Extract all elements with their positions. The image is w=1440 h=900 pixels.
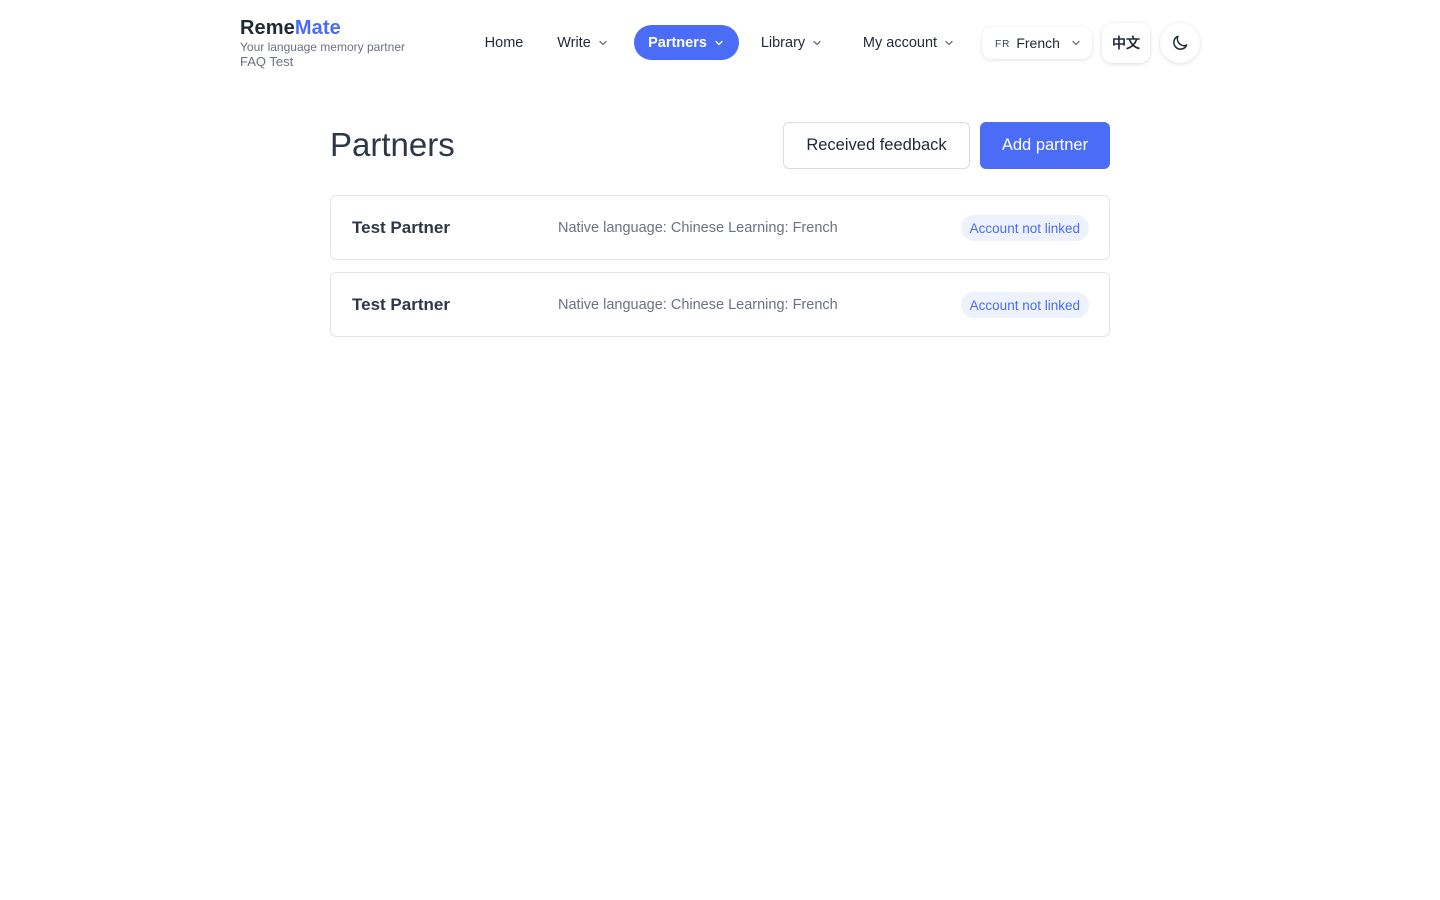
chevron-down-icon [813, 40, 821, 45]
nav-home[interactable]: Home [469, 25, 539, 60]
partner-list: Test Partner Native language: Chinese Le… [330, 195, 1110, 349]
partner-languages: Native language: Chinese Learning: Frenc… [558, 220, 838, 236]
nav-partners-label: Partners [648, 34, 707, 51]
ui-language-button[interactable]: 中文 [1102, 23, 1150, 63]
status-badge: Account not linked [960, 292, 1089, 318]
brand-name-part2: Mate [294, 17, 341, 39]
learning-language-select[interactable]: FR French [982, 27, 1092, 59]
top-header: RemeMate Your language memory partner FA… [240, 0, 1200, 86]
nav-partners[interactable]: Partners [634, 25, 739, 60]
nav-my-account-label: My account [862, 34, 938, 51]
moon-icon [1173, 35, 1188, 50]
partner-name: Test Partner [352, 218, 450, 237]
chevron-down-icon [945, 40, 953, 45]
brand-tagline: Your language memory partner [240, 40, 405, 54]
nav-library[interactable]: Library [750, 25, 834, 60]
partner-card[interactable]: Test Partner Native language: Chinese Le… [330, 195, 1110, 260]
language-label: French [1016, 35, 1060, 51]
chevron-down-icon [715, 40, 723, 45]
partner-card[interactable]: Test Partner Native language: Chinese Le… [330, 272, 1110, 337]
brand-logo[interactable]: RemeMate [240, 16, 440, 40]
partner-name: Test Partner [352, 295, 450, 314]
page-title: Partners [330, 126, 455, 163]
nav-write-label: Write [557, 34, 591, 51]
chevron-down-icon [599, 40, 607, 45]
partner-languages: Native language: Chinese Learning: Frenc… [558, 297, 838, 313]
nav-my-account[interactable]: My account [850, 25, 968, 60]
add-partner-button[interactable]: Add partner [980, 122, 1110, 169]
brand-subtitle: FAQ Test [240, 54, 294, 69]
nav-write[interactable]: Write [546, 25, 620, 60]
nav-library-label: Library [760, 34, 806, 51]
language-code: FR [995, 38, 1011, 50]
nav-home-label: Home [484, 34, 524, 51]
status-badge: Account not linked [960, 215, 1089, 241]
received-feedback-button[interactable]: Received feedback [783, 122, 970, 169]
theme-toggle-button[interactable] [1160, 23, 1200, 63]
chevron-down-icon [1072, 40, 1080, 46]
brand[interactable]: RemeMate Your language memory partner FA… [240, 16, 440, 70]
brand-name-part1: Reme [240, 17, 295, 39]
